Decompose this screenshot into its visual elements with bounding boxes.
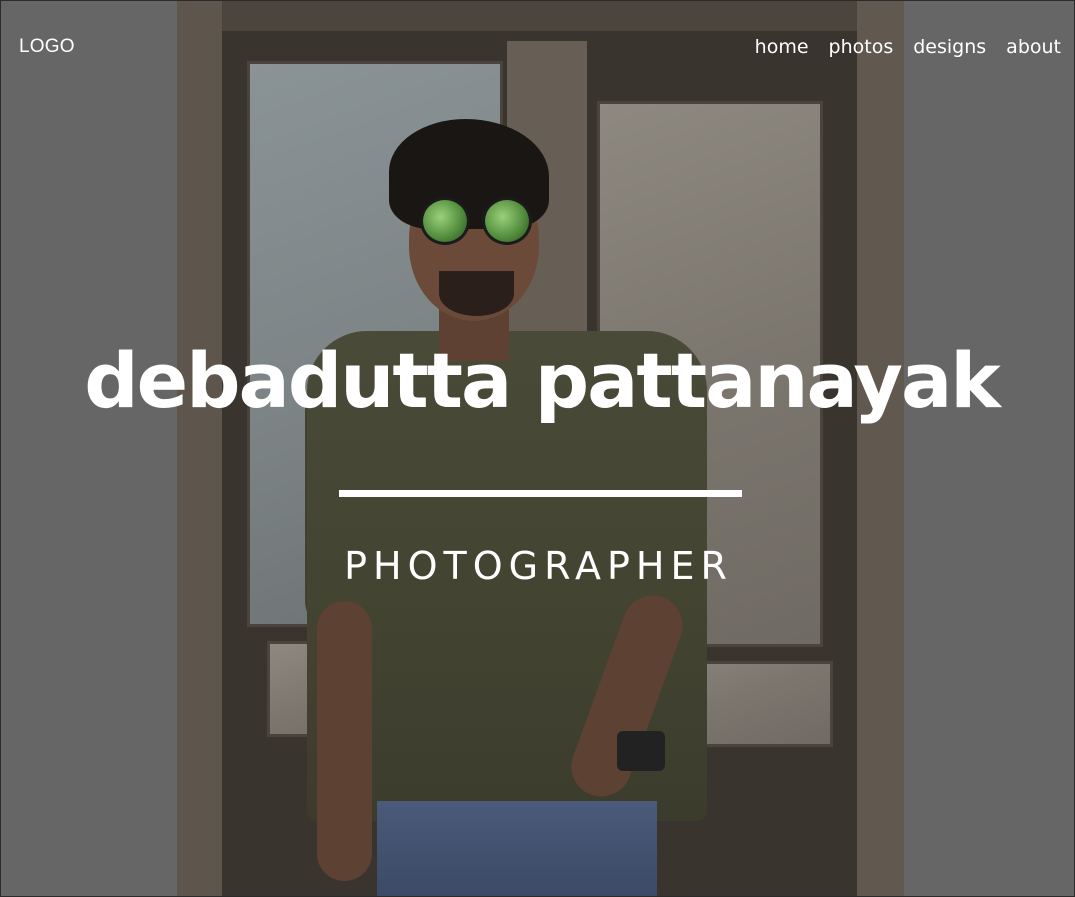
hero-photo xyxy=(177,1,904,896)
hero-divider xyxy=(339,490,742,497)
sunglasses-lens xyxy=(482,197,532,245)
person xyxy=(177,1,904,896)
nav-link-designs[interactable]: designs xyxy=(913,34,986,60)
nav-link-about[interactable]: about xyxy=(1006,34,1061,60)
hero-name: debadutta pattanayak xyxy=(84,336,1001,425)
left-forearm xyxy=(317,601,372,881)
logo[interactable]: LOGO xyxy=(19,36,75,58)
jeans xyxy=(377,801,657,896)
nav-link-home[interactable]: home xyxy=(755,34,809,60)
beard xyxy=(439,271,514,316)
main-nav: home photos designs about xyxy=(755,34,1061,60)
hero-role: PHOTOGRAPHER xyxy=(344,544,733,588)
page: LOGO home photos designs about debadutta… xyxy=(1,1,1074,896)
wristwatch xyxy=(617,731,665,771)
sunglasses-lens xyxy=(420,197,470,245)
site-header: LOGO home photos designs about xyxy=(1,1,1074,91)
nav-link-photos[interactable]: photos xyxy=(829,34,894,60)
